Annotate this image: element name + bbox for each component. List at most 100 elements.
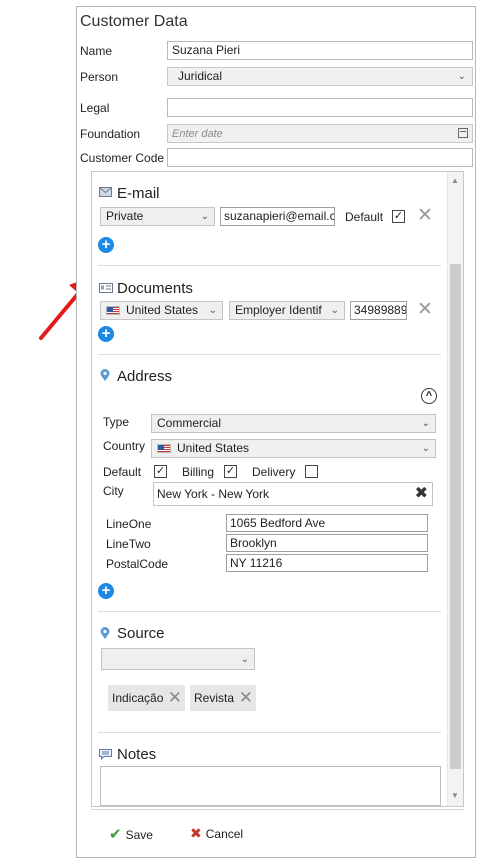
foundation-date-field[interactable]: Enter date xyxy=(167,124,473,143)
legal-field[interactable] xyxy=(167,98,473,117)
source-tag-label: Revista xyxy=(194,691,235,705)
chevron-up-icon: ^ xyxy=(425,390,433,402)
foundation-placeholder: Enter date xyxy=(172,128,223,140)
chevron-down-icon: ⌄ xyxy=(200,211,209,222)
scroll-up-icon[interactable]: ▲ xyxy=(451,176,459,185)
source-tag-label: Indicação xyxy=(112,691,164,705)
chevron-down-icon: ⌄ xyxy=(208,305,217,316)
email-type-select[interactable]: Private ⌄ xyxy=(100,207,215,226)
notes-textarea[interactable] xyxy=(100,766,441,806)
map-pin-icon xyxy=(100,369,110,381)
billing-label: Billing xyxy=(182,465,215,479)
check-icon: ✔ xyxy=(109,826,122,843)
chevron-down-icon: ⌄ xyxy=(421,418,430,429)
address-section-title: Address xyxy=(117,368,173,385)
section-divider xyxy=(98,732,441,733)
name-value: Suzana Pieri xyxy=(172,43,241,57)
document-country-select[interactable]: United States ⌄ xyxy=(100,301,223,320)
section-divider xyxy=(98,611,441,612)
address-country-select[interactable]: United States ⌄ xyxy=(151,439,436,458)
document-type-value: Employer Identif xyxy=(235,303,322,317)
email-default-label: Default xyxy=(345,210,384,224)
city-input[interactable]: New York - New York ✖ xyxy=(153,482,433,506)
document-number-value: 349898898 xyxy=(354,303,407,317)
documents-section-title: Documents xyxy=(117,280,193,297)
default-label: Default xyxy=(103,465,142,479)
source-tag: Revista ✕ xyxy=(190,685,256,711)
save-button[interactable]: ✔ Save xyxy=(109,825,153,843)
section-divider xyxy=(98,354,441,355)
close-icon[interactable]: ✕ xyxy=(239,685,253,711)
window-title: Customer Data xyxy=(80,13,188,30)
delivery-checkbox[interactable] xyxy=(305,465,318,478)
customer-code-field[interactable] xyxy=(167,148,473,167)
cancel-button[interactable]: ✖ Cancel xyxy=(190,825,243,842)
city-value: New York - New York xyxy=(157,487,270,501)
email-type-value: Private xyxy=(106,209,144,223)
address-add-button[interactable]: + xyxy=(98,583,114,599)
address-type-label: Type xyxy=(103,415,130,429)
address-country-value: United States xyxy=(177,441,250,455)
footer-divider xyxy=(91,809,464,810)
email-add-button[interactable]: + xyxy=(98,237,114,253)
source-select[interactable]: ⌄ xyxy=(101,648,255,670)
default-checkbox[interactable]: ✓ xyxy=(154,465,167,478)
flag-us-icon xyxy=(106,306,120,316)
name-label: Name xyxy=(80,44,113,58)
name-field[interactable]: Suzana Pieri xyxy=(167,41,473,60)
save-label: Save xyxy=(125,828,153,842)
document-type-select[interactable]: Employer Identif ⌄ xyxy=(229,301,345,320)
calendar-icon[interactable] xyxy=(458,128,468,138)
chevron-down-icon: ⌄ xyxy=(457,71,466,82)
email-address-input[interactable]: suzanapieri@email.co xyxy=(220,207,335,226)
line-one-label: LineOne xyxy=(106,517,152,531)
address-country-label: Country xyxy=(103,439,146,453)
customer-code-label: Customer Code xyxy=(80,151,165,165)
map-pin-icon xyxy=(100,627,110,639)
chevron-down-icon: ⌄ xyxy=(330,305,339,316)
envelope-icon xyxy=(99,187,112,197)
chevron-down-icon: ⌄ xyxy=(240,654,249,665)
email-default-checkbox[interactable]: ✓ xyxy=(392,210,405,223)
id-card-icon xyxy=(99,283,113,293)
section-divider xyxy=(98,265,441,266)
address-collapse-button[interactable]: ^ xyxy=(421,388,437,404)
email-remove-button[interactable]: ✕ xyxy=(417,206,433,225)
postal-code-label: PostalCode xyxy=(106,557,169,571)
flag-us-icon xyxy=(157,444,171,454)
city-clear-button[interactable]: ✖ xyxy=(415,483,428,505)
city-label: City xyxy=(103,484,124,498)
email-section-title: E-mail xyxy=(117,185,160,202)
line-two-input[interactable]: Brooklyn xyxy=(226,534,428,552)
notes-section-title: Notes xyxy=(117,746,157,763)
foundation-label: Foundation xyxy=(80,127,141,141)
document-number-input[interactable]: 349898898 xyxy=(350,301,407,320)
line-one-input[interactable]: 1065 Bedford Ave xyxy=(226,514,428,532)
person-select[interactable]: Juridical ⌄ xyxy=(167,67,473,86)
document-remove-button[interactable]: ✕ xyxy=(417,300,433,319)
vertical-scrollbar[interactable]: ▲ ▼ xyxy=(447,172,463,806)
legal-label: Legal xyxy=(80,101,110,115)
address-type-select[interactable]: Commercial ⌄ xyxy=(151,414,436,433)
person-value: Juridical xyxy=(178,69,223,83)
document-country-value: United States xyxy=(126,303,199,317)
email-address-value: suzanapieri@email.co xyxy=(224,209,335,223)
line-two-value: Brooklyn xyxy=(230,536,277,550)
document-add-button[interactable]: + xyxy=(98,326,114,342)
address-type-value: Commercial xyxy=(157,416,222,430)
billing-checkbox[interactable]: ✓ xyxy=(224,465,237,478)
line-two-label: LineTwo xyxy=(106,537,151,551)
comment-icon xyxy=(99,749,112,760)
source-tag: Indicação ✕ xyxy=(108,685,185,711)
chevron-down-icon: ⌄ xyxy=(421,443,430,454)
delivery-label: Delivery xyxy=(252,465,296,479)
scroll-down-icon[interactable]: ▼ xyxy=(451,791,459,800)
postal-code-input[interactable]: NY 11216 xyxy=(226,554,428,572)
details-scroll-panel: E-mail Private ⌄ suzanapieri@email.co Def… xyxy=(91,171,464,807)
scrollbar-thumb[interactable] xyxy=(450,264,461,769)
postal-code-value: NY 11216 xyxy=(230,556,283,570)
line-one-value: 1065 Bedford Ave xyxy=(230,516,326,530)
close-icon: ✖ xyxy=(190,825,202,841)
cancel-label: Cancel xyxy=(205,827,244,841)
close-icon[interactable]: ✕ xyxy=(168,685,182,711)
